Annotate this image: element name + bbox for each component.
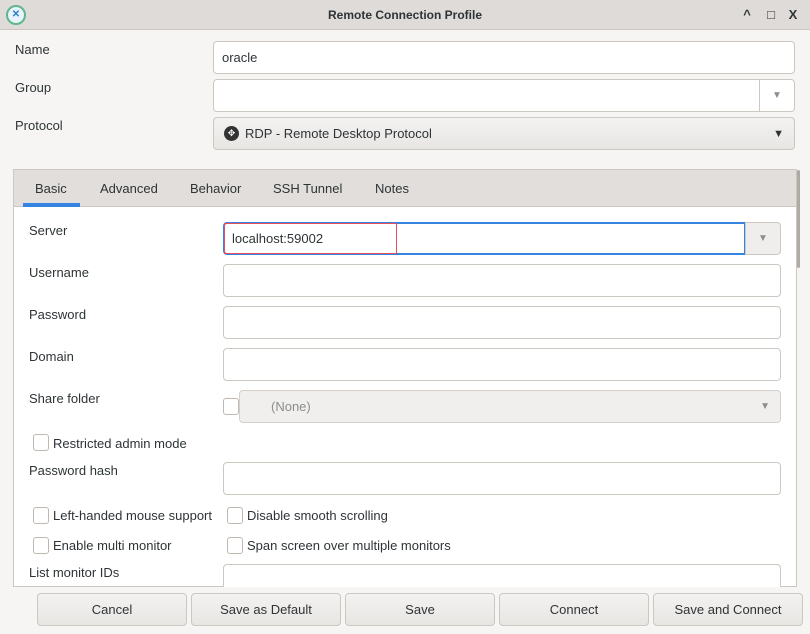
- save-and-connect-button[interactable]: Save and Connect: [653, 593, 803, 626]
- server-dropdown-button[interactable]: ▼: [745, 222, 781, 255]
- span-screen-checkbox[interactable]: [227, 537, 243, 554]
- monitor-ids-input[interactable]: [223, 564, 781, 587]
- disable-smooth-scrolling-checkbox[interactable]: [227, 507, 243, 524]
- username-input[interactable]: [223, 264, 781, 297]
- server-label: Server: [29, 223, 68, 238]
- tab-behavior[interactable]: Behavior: [190, 181, 241, 196]
- minimize-button[interactable]: ^: [740, 7, 754, 22]
- share-folder-label: Share folder: [29, 391, 100, 406]
- domain-input[interactable]: [223, 348, 781, 381]
- password-input[interactable]: [223, 306, 781, 339]
- rdp-icon: ✥: [224, 126, 239, 141]
- name-input[interactable]: oracle: [213, 41, 795, 74]
- left-handed-label[interactable]: Left-handed mouse support: [53, 508, 212, 523]
- active-tab-indicator: [23, 203, 80, 207]
- name-label: Name: [15, 42, 50, 57]
- protocol-label: Protocol: [15, 118, 63, 133]
- monitor-ids-label: List monitor IDs: [29, 565, 120, 580]
- username-label: Username: [29, 265, 89, 280]
- restricted-admin-checkbox[interactable]: [33, 434, 49, 451]
- tab-ssh-tunnel[interactable]: SSH Tunnel: [273, 181, 342, 196]
- chevron-down-icon: ▼: [760, 401, 770, 412]
- domain-label: Domain: [29, 349, 74, 364]
- tab-bar: Basic Advanced Behavior SSH Tunnel Notes: [14, 170, 796, 207]
- group-label: Group: [15, 80, 52, 95]
- server-text: localhost:59002: [232, 231, 324, 246]
- scrollbar[interactable]: [797, 170, 800, 268]
- password-label: Password: [29, 307, 87, 322]
- protocol-dropdown[interactable]: ✥ RDP - Remote Desktop Protocol ▼: [213, 117, 795, 150]
- password-hash-label: Password hash: [29, 463, 118, 478]
- save-button[interactable]: Save: [345, 593, 495, 626]
- group-combo[interactable]: ▼: [213, 79, 795, 112]
- restricted-admin-label[interactable]: Restricted admin mode: [53, 436, 187, 451]
- tab-basic[interactable]: Basic: [35, 181, 67, 196]
- name-value: oracle: [222, 50, 258, 65]
- close-button[interactable]: X: [786, 7, 800, 22]
- chevron-down-icon: ▼: [758, 233, 768, 244]
- title-bar: ✕ Remote Connection Profile ^ □ X: [0, 0, 810, 30]
- chevron-down-icon: ▼: [773, 127, 784, 140]
- tab-advanced[interactable]: Advanced: [100, 181, 158, 196]
- disable-smooth-scrolling-label[interactable]: Disable smooth scrolling: [247, 508, 388, 523]
- left-handed-checkbox[interactable]: [33, 507, 49, 524]
- save-as-default-button[interactable]: Save as Default: [191, 593, 341, 626]
- chevron-down-icon[interactable]: ▼: [759, 80, 794, 111]
- password-hash-input[interactable]: [223, 462, 781, 495]
- connect-button[interactable]: Connect: [499, 593, 649, 626]
- protocol-value: RDP - Remote Desktop Protocol: [245, 126, 432, 141]
- window-title: Remote Connection Profile: [327, 8, 482, 22]
- server-value: localhost:59002: [224, 223, 397, 254]
- multi-monitor-label[interactable]: Enable multi monitor: [53, 538, 172, 553]
- multi-monitor-checkbox[interactable]: [33, 537, 49, 554]
- share-folder-value: (None): [271, 399, 311, 414]
- share-folder-checkbox[interactable]: [223, 398, 239, 415]
- span-screen-label[interactable]: Span screen over multiple monitors: [247, 538, 451, 553]
- cancel-button[interactable]: Cancel: [37, 593, 187, 626]
- maximize-button[interactable]: □: [764, 7, 778, 22]
- share-folder-dropdown[interactable]: (None) ▼: [239, 390, 781, 423]
- tab-notes[interactable]: Notes: [375, 181, 409, 196]
